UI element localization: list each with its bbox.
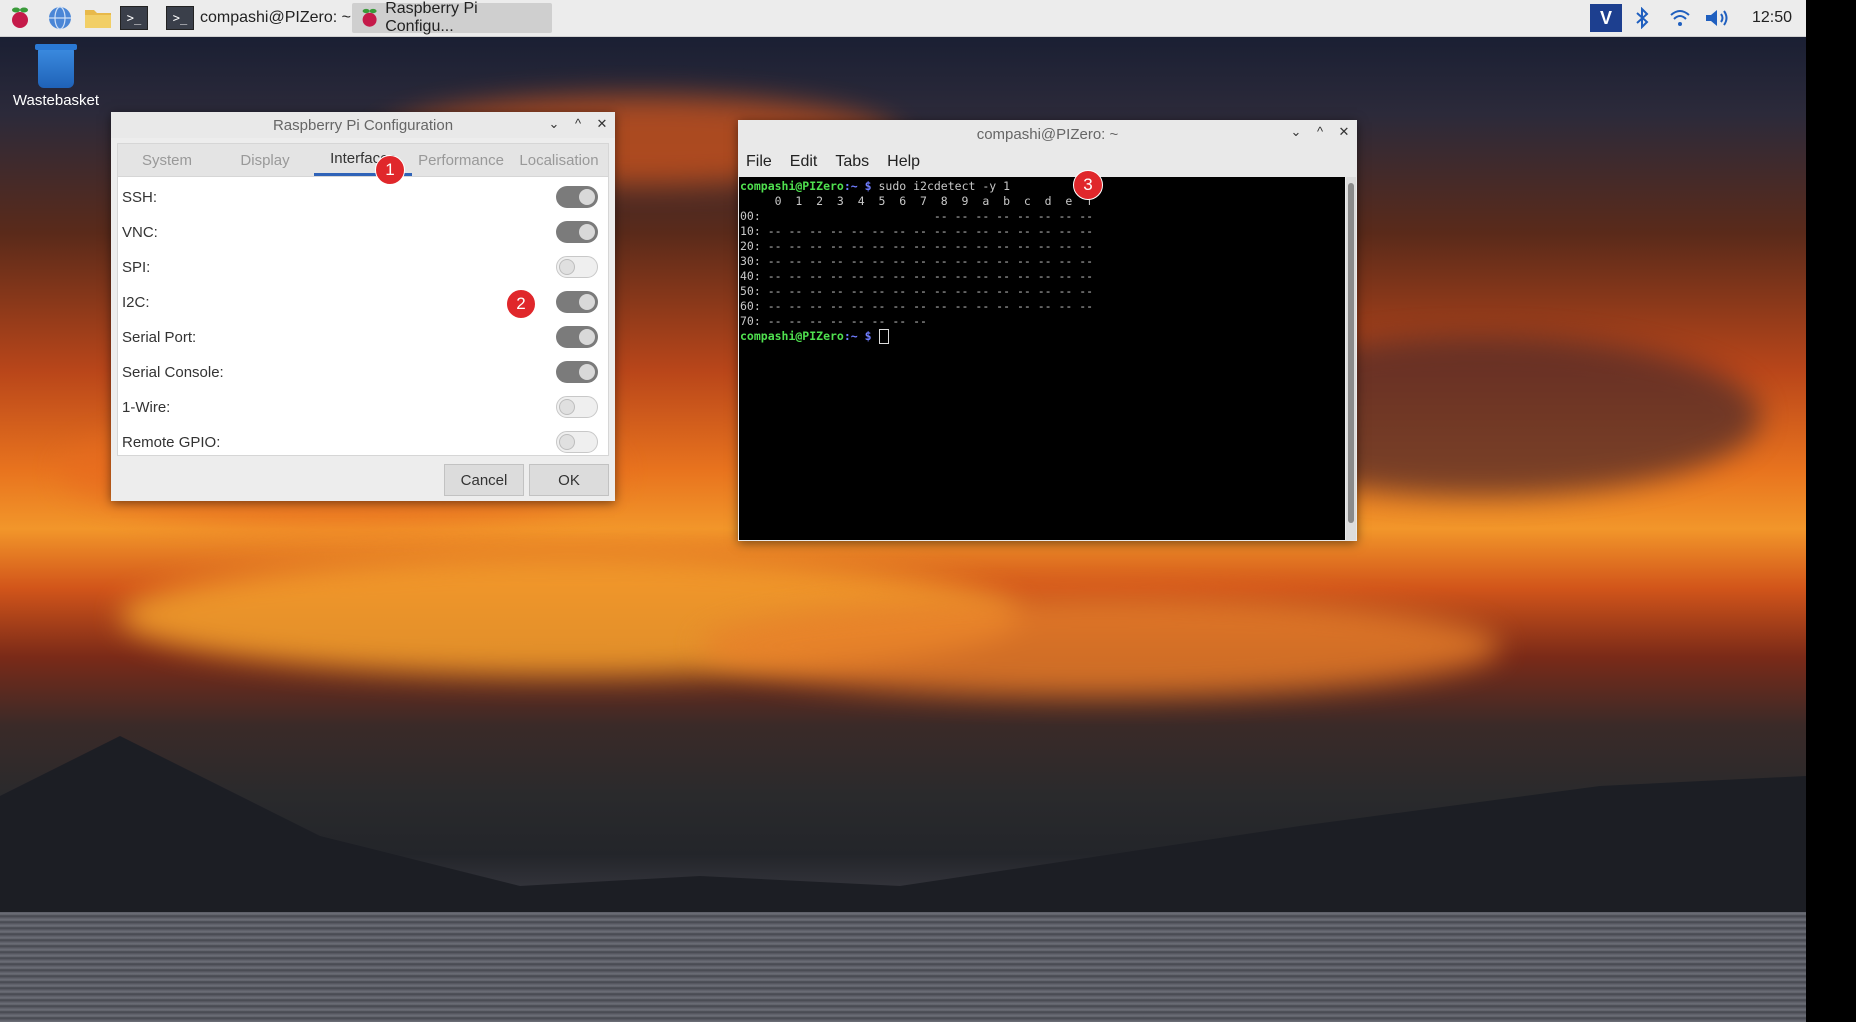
interface-label: 1-Wire: <box>122 398 171 416</box>
menu-file[interactable]: File <box>746 153 772 171</box>
cancel-button[interactable]: Cancel <box>444 464 524 496</box>
window-title: compashi@PIZero: ~ <box>976 125 1119 143</box>
annotation-marker-2: 2 <box>506 289 536 319</box>
vnc-toggle[interactable] <box>556 221 598 243</box>
vnc-tray-icon[interactable]: V <box>1590 4 1622 32</box>
desktop-icon-label: Wastebasket <box>12 92 100 109</box>
output-line: 10: -- -- -- -- -- -- -- -- -- -- -- -- … <box>740 224 1094 238</box>
desktop-icon-wastebasket[interactable]: Wastebasket <box>12 44 100 109</box>
interface-row-serial-console: Serial Console: <box>122 356 602 388</box>
output-line: 30: -- -- -- -- -- -- -- -- -- -- -- -- … <box>740 254 1094 268</box>
window-title: Raspberry Pi Configuration <box>272 116 454 134</box>
text-cursor <box>878 329 889 344</box>
interface-label: SPI: <box>122 258 151 276</box>
terminal-menubar: File Edit Tabs Help <box>738 148 1357 176</box>
i2c-toggle[interactable] <box>556 291 598 313</box>
interface-row-vnc: VNC: <box>122 216 602 248</box>
config-dialog: Raspberry Pi Configuration ⌄ ^ ✕ System … <box>111 112 615 501</box>
interface-label: Remote GPIO: <box>122 433 221 451</box>
output-line: 70: -- -- -- -- -- -- -- -- <box>740 314 927 328</box>
task-label: Raspberry Pi Configu... <box>385 0 478 35</box>
terminal-scrollbar[interactable] <box>1346 177 1356 540</box>
serial-console-toggle[interactable] <box>556 361 598 383</box>
interface-label: VNC: <box>122 223 158 241</box>
remote-gpio-toggle[interactable] <box>556 431 598 453</box>
tab-display[interactable]: Display <box>216 144 314 176</box>
config-titlebar[interactable]: Raspberry Pi Configuration ⌄ ^ ✕ <box>111 112 615 138</box>
terminal-window: compashi@PIZero: ~ ⌄ ^ ✕ File Edit Tabs … <box>738 120 1357 541</box>
bluetooth-icon[interactable] <box>1630 4 1654 32</box>
interface-label: Serial Port: <box>122 328 197 346</box>
interface-row-1-wire: 1-Wire: <box>122 391 602 423</box>
menu-edit[interactable]: Edit <box>790 153 818 171</box>
interface-row-serial-port: Serial Port: <box>122 321 602 353</box>
taskbar: >_ >_ compashi@PIZero: ~ Raspberry Pi Co… <box>0 0 1806 37</box>
prompt-user: compashi@PIZero <box>740 179 844 193</box>
interface-row-spi: SPI: <box>122 251 602 283</box>
menu-help[interactable]: Help <box>887 153 920 171</box>
interface-row-ssh: SSH: <box>122 181 602 213</box>
1-wire-toggle[interactable] <box>556 396 598 418</box>
file-manager-icon[interactable] <box>84 4 112 32</box>
interface-label: Serial Console: <box>122 363 224 381</box>
interface-label: SSH: <box>122 188 158 206</box>
output-line: 40: -- -- -- -- -- -- -- -- -- -- -- -- … <box>740 269 1094 283</box>
taskbar-task-config[interactable]: Raspberry Pi Configu... <box>352 0 552 35</box>
terminal-launcher-icon[interactable]: >_ <box>120 4 148 32</box>
prompt-user: compashi@PIZero <box>740 329 844 343</box>
annotation-marker-3: 3 <box>1073 170 1103 200</box>
annotation-marker-1: 1 <box>375 155 405 185</box>
taskbar-task-terminal[interactable]: >_ compashi@PIZero: ~ <box>158 3 359 33</box>
prompt-path: :~ $ <box>843 329 872 343</box>
clock[interactable]: 12:50 <box>1752 9 1792 27</box>
output-line: 50: -- -- -- -- -- -- -- -- -- -- -- -- … <box>740 284 1094 298</box>
web-browser-icon[interactable] <box>46 4 74 32</box>
minimize-icon[interactable]: ⌄ <box>1289 124 1303 140</box>
ok-button[interactable]: OK <box>529 464 609 496</box>
scrollbar-thumb[interactable] <box>1348 183 1354 523</box>
volume-icon[interactable] <box>1702 4 1734 32</box>
minimize-icon[interactable]: ⌄ <box>547 116 561 132</box>
prompt-path: :~ $ <box>843 179 872 193</box>
interfaces-panel: SSH: VNC: SPI: I2C: Serial Port: Serial … <box>117 176 609 456</box>
task-label: compashi@PIZero: ~ <box>200 9 351 26</box>
raspberry-icon <box>362 8 377 27</box>
serial-port-toggle[interactable] <box>556 326 598 348</box>
maximize-icon[interactable]: ^ <box>1313 124 1327 140</box>
wifi-icon[interactable] <box>1666 4 1694 32</box>
raspberry-menu-icon[interactable] <box>6 4 34 32</box>
output-line: 00: -- -- -- -- -- -- -- -- <box>740 209 1094 223</box>
tab-system[interactable]: System <box>118 144 216 176</box>
terminal-icon: >_ <box>166 6 194 30</box>
maximize-icon[interactable]: ^ <box>571 116 585 132</box>
config-tabs: System Display Interfaces Performance Lo… <box>117 143 609 177</box>
menu-tabs[interactable]: Tabs <box>835 153 869 171</box>
output-line: 20: -- -- -- -- -- -- -- -- -- -- -- -- … <box>740 239 1094 253</box>
terminal-titlebar[interactable]: compashi@PIZero: ~ ⌄ ^ ✕ <box>738 120 1357 148</box>
close-icon[interactable]: ✕ <box>1337 124 1351 140</box>
wastebasket-icon <box>35 44 77 88</box>
output-line: 60: -- -- -- -- -- -- -- -- -- -- -- -- … <box>740 299 1094 313</box>
interface-label: I2C: <box>122 293 150 311</box>
lake-water <box>0 912 1806 1022</box>
interface-row-remote-gpio: Remote GPIO: <box>122 426 602 458</box>
terminal-output[interactable]: compashi@PIZero:~ $ sudo i2cdetect -y 1 … <box>739 177 1345 540</box>
tab-performance[interactable]: Performance <box>412 144 510 176</box>
spi-toggle[interactable] <box>556 256 598 278</box>
command-text: sudo i2cdetect -y 1 <box>878 179 1011 193</box>
tab-localisation[interactable]: Localisation <box>510 144 608 176</box>
close-icon[interactable]: ✕ <box>595 116 609 132</box>
ssh-toggle[interactable] <box>556 186 598 208</box>
screen-edge-bar <box>1806 0 1856 1022</box>
output-line: 0 1 2 3 4 5 6 7 8 9 a b c d e f <box>740 194 1094 208</box>
